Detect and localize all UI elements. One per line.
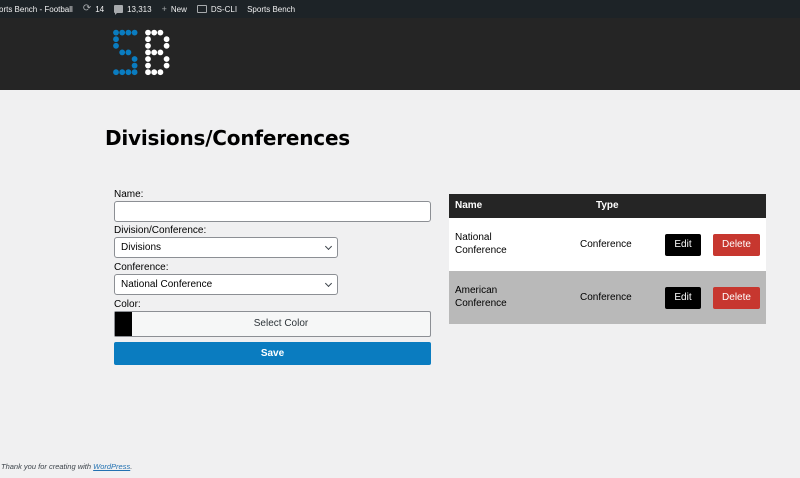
column-header-name: Name (455, 200, 483, 211)
logo-dot-s (113, 36, 119, 43)
logo-dot-s (119, 29, 126, 36)
logo-dot-b (145, 29, 151, 36)
chevron-down-icon (324, 242, 333, 251)
color-picker[interactable]: Select Color (114, 311, 431, 337)
updates-count: 14 (95, 4, 105, 14)
logo-dot-s (125, 49, 132, 56)
logo-dot-b (163, 42, 170, 49)
conference-select-value: National Conference (121, 279, 213, 290)
conference-label: Conference: (114, 262, 169, 273)
logo-dot-b (157, 29, 164, 36)
site-title-label: orts Bench - Football (0, 4, 73, 14)
logo-dot-b (151, 49, 158, 56)
logo-dot-s (113, 42, 119, 49)
logo-dot-b (145, 36, 151, 43)
division-form: Name: Division/Conference: Divisions Con… (114, 188, 432, 365)
plugin-label: DS-CLI (210, 4, 238, 14)
color-swatch (115, 312, 132, 336)
row-type: Conference (580, 292, 632, 303)
row-name: National Conference (455, 232, 507, 256)
admin-bar-new[interactable]: + New (157, 0, 192, 18)
color-label: Color: (114, 299, 141, 310)
delete-button[interactable]: Delete (713, 234, 760, 256)
logo-dot-s (119, 69, 126, 76)
select-color-button[interactable]: Select Color (132, 312, 430, 336)
table-row: National Conference Conference Edit Dele… (449, 218, 766, 271)
divisions-table: Name Type National Conference Conference… (449, 194, 766, 324)
logo-dot-b (145, 62, 151, 69)
name-input[interactable] (114, 201, 431, 222)
admin-bar-site-title[interactable]: orts Bench - Football (0, 0, 78, 18)
admin-bar: orts Bench - Football ⟳ 14 c 13,313 + Ne… (0, 0, 800, 18)
logo-dot-b (157, 49, 164, 56)
admin-footer: Thank you for creating with WordPress. (1, 462, 132, 471)
chevron-down-icon (324, 279, 333, 288)
name-label: Name: (114, 189, 144, 200)
save-button[interactable]: Save (114, 342, 431, 365)
conference-select[interactable]: National Conference (114, 274, 338, 295)
refresh-icon: ⟳ (82, 3, 92, 14)
admin-bar-site-link[interactable]: Sports Bench (242, 0, 300, 18)
new-label: New (170, 4, 187, 14)
division-select-value: Divisions (121, 242, 162, 253)
logo-dot-s (119, 49, 126, 56)
admin-bar-updates[interactable]: ⟳ 14 (78, 0, 109, 18)
admin-bar-plugin[interactable]: p DS-CLI (192, 0, 242, 18)
logo-dot-s (113, 29, 119, 36)
footer-text: Thank you for creating with (1, 462, 94, 471)
page-title: Divisions/Conferences (105, 126, 351, 150)
site-link-label: Sports Bench (247, 4, 296, 14)
logo-dot-b (163, 56, 170, 62)
table-row: American Conference Conference Edit Dele… (449, 271, 766, 324)
edit-button[interactable]: Edit (665, 287, 701, 309)
division-select[interactable]: Divisions (114, 237, 338, 258)
row-name: American Conference (455, 285, 507, 309)
logo-dot-b (163, 62, 170, 69)
site-header (0, 18, 800, 90)
wordpress-link[interactable]: WordPress (93, 462, 130, 471)
division-label: Division/Conference: (114, 225, 207, 236)
delete-button[interactable]: Delete (713, 287, 760, 309)
logo-dot-b (145, 42, 151, 49)
row-type: Conference (580, 239, 632, 250)
sports-bench-logo[interactable] (112, 29, 172, 77)
logo-dot-b (145, 49, 151, 56)
comments-count: 13,313 (127, 4, 152, 14)
footer-suffix: . (130, 462, 133, 471)
logo-dot-s (125, 69, 132, 76)
logo-dot-s (131, 56, 138, 62)
logo-dot-s (131, 69, 138, 76)
logo-dot-s (131, 62, 138, 69)
logo-dot-s (125, 29, 132, 36)
logo-dot-b (145, 56, 151, 62)
logo-dot-b (151, 69, 158, 76)
comment-icon: c (114, 5, 124, 15)
column-header-type: Type (596, 200, 619, 211)
logo-dot-s (131, 29, 138, 36)
admin-bar-comments[interactable]: c 13,313 (109, 0, 156, 18)
logo-dot-b (157, 69, 164, 76)
logo-dot-b (145, 69, 151, 76)
plus-icon: + (161, 3, 167, 14)
logo-dot-s (113, 69, 119, 76)
plugin-icon: p (196, 5, 207, 13)
table-header: Name Type (449, 194, 766, 218)
logo-dot-b (163, 36, 170, 43)
logo-dot-b (151, 29, 158, 36)
edit-button[interactable]: Edit (665, 234, 701, 256)
